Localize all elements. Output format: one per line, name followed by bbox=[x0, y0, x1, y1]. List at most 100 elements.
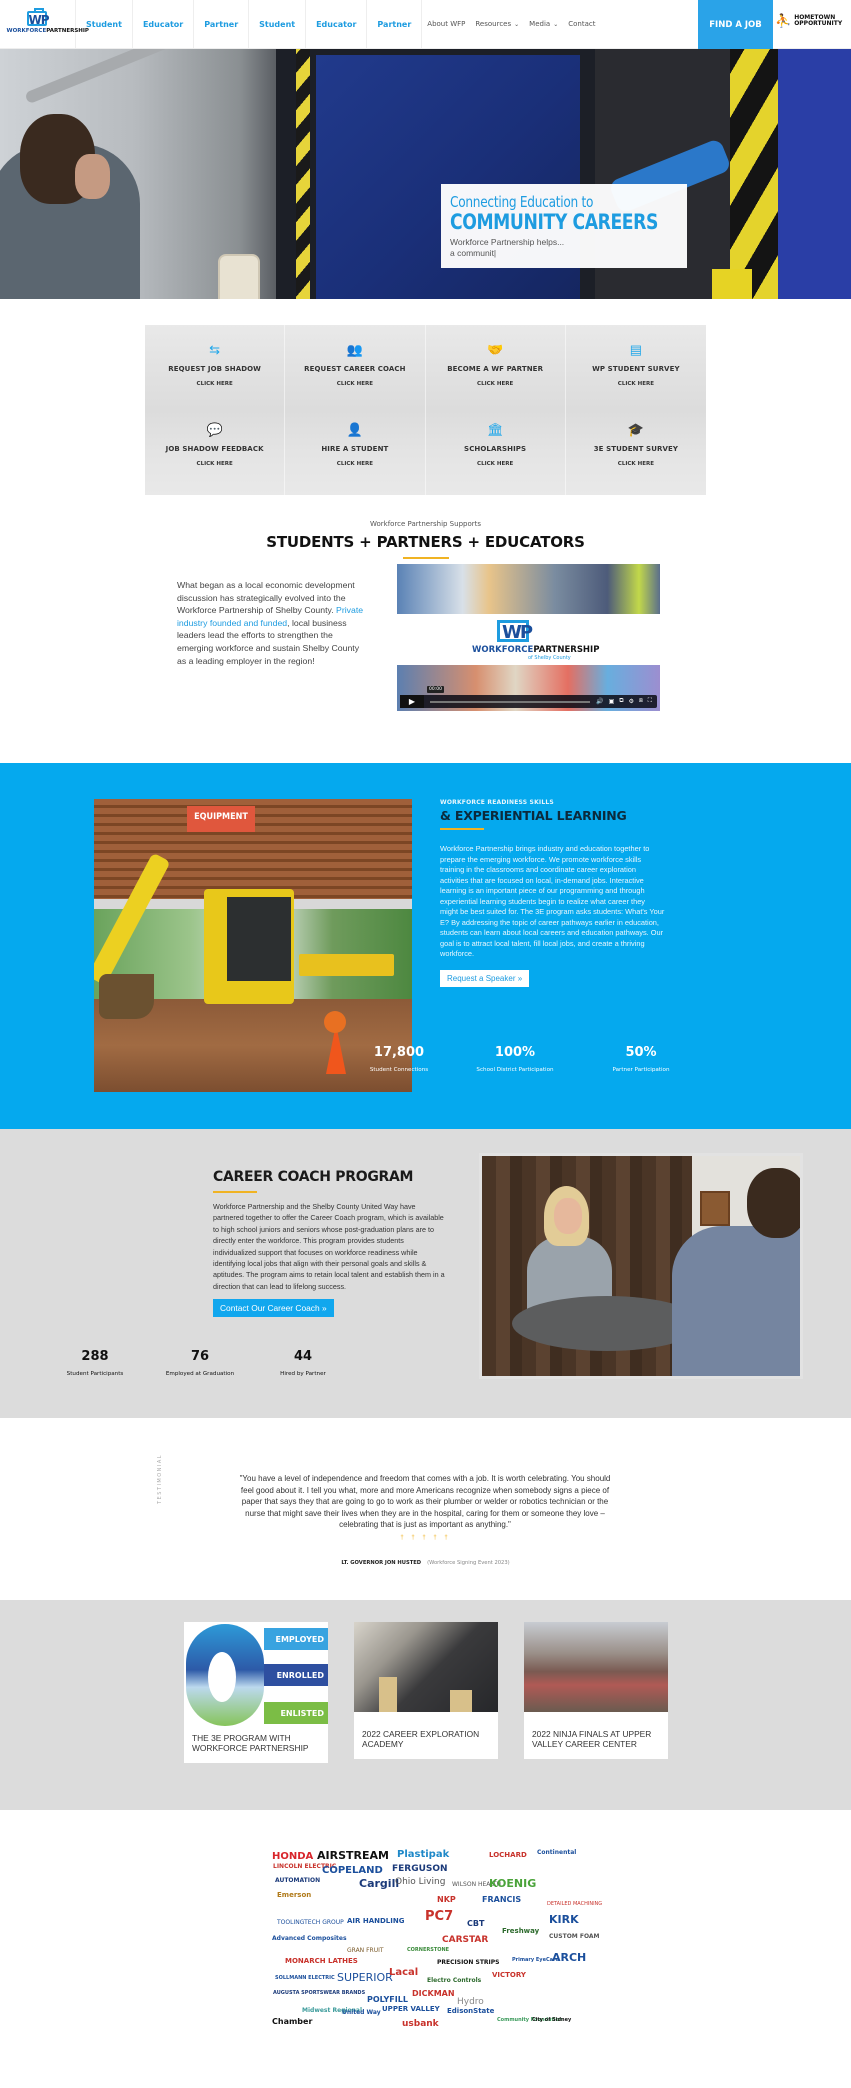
career-coach-section: CAREER COACH PROGRAM Workforce Partnersh… bbox=[0, 1129, 851, 1418]
readiness-kicker: WORKFORCE READINESS SKILLS bbox=[440, 799, 554, 806]
chat-icon: 💬 bbox=[206, 422, 223, 437]
supports-section: Workforce Partnership Supports STUDENTS … bbox=[0, 495, 851, 734]
stat-label: School District Participation bbox=[476, 1067, 554, 1073]
band-employed: EMPLOYED bbox=[264, 1628, 328, 1650]
partner-logo-emerson: Emerson bbox=[277, 1891, 312, 1899]
partner-logo-arch: ARCH bbox=[552, 1951, 587, 1964]
quick-link-request-career-coach[interactable]: 👥 REQUEST CAREER COACH CLICK HERE bbox=[285, 325, 426, 410]
main-nav: Student Educator Partner Student Educato… bbox=[76, 0, 600, 48]
hero-typing-text: Workforce Partnership helps... a communit… bbox=[450, 237, 565, 258]
posts-section: EMPLOYED ENROLLED ENLISTED THE 3E PROGRA… bbox=[0, 1600, 851, 1810]
click-here-link[interactable]: CLICK HERE bbox=[477, 461, 513, 467]
nav-resources-label: Resources bbox=[475, 20, 512, 28]
quick-link-3e-student-survey[interactable]: 🎓 3E STUDENT SURVEY CLICK HERE bbox=[566, 410, 706, 495]
quick-link-wp-student-survey[interactable]: ▤ WP STUDENT SURVEY CLICK HERE bbox=[566, 325, 706, 410]
request-speaker-button[interactable]: Request a Speaker » bbox=[440, 969, 530, 987]
picture-in-picture-icon[interactable]: ⧈ bbox=[639, 698, 643, 705]
click-here-link[interactable]: CLICK HERE bbox=[477, 381, 513, 387]
partner-logo-victory: VICTORY bbox=[492, 1971, 526, 1979]
partner-logo-augusta-sportswear-brands: AUGUSTA SPORTSWEAR BRANDS bbox=[273, 1990, 366, 1996]
transcript-icon[interactable]: ⧉ bbox=[619, 698, 623, 705]
partner-logo-city-of-sidney: City of Sidney bbox=[532, 2017, 572, 2023]
click-here-link[interactable]: CLICK HERE bbox=[197, 381, 233, 387]
quick-link-hire-a-student[interactable]: 👤 HIRE A STUDENT CLICK HERE bbox=[285, 410, 426, 495]
partner-logo-advanced-composites: Advanced Composites bbox=[272, 1935, 347, 1942]
partner-logo-toolingtech-group: TOOLINGTECH GROUP bbox=[277, 1919, 344, 1926]
quick-link-scholarships[interactable]: 🏛 SCHOLARSHIPS CLICK HERE bbox=[426, 410, 566, 495]
band-enrolled: ENROLLED bbox=[264, 1664, 328, 1686]
post-card-career-academy[interactable]: 2022 CAREER EXPLORATION ACADEMY bbox=[354, 1622, 498, 1759]
stat-partner-participation: 50% Partner Participation bbox=[601, 1045, 681, 1073]
hero-tagline-card: Connecting Education to COMMUNITY CAREER… bbox=[441, 184, 687, 268]
quick-link-title: REQUEST CAREER COACH bbox=[304, 365, 406, 373]
click-here-link[interactable]: CLICK HERE bbox=[618, 461, 654, 467]
play-button[interactable]: ▶ bbox=[400, 695, 424, 708]
video-controls: ▶ 🔊 ▣ ⧉ ⚙ ⧈ ⛶ bbox=[400, 695, 657, 708]
quick-links-grid: ⇆ REQUEST JOB SHADOW CLICK HERE 👥 REQUEST CA… bbox=[145, 325, 706, 495]
nav-student-2[interactable]: Student bbox=[249, 0, 307, 48]
post-title: THE 3E PROGRAM WITH WORKFORCE PARTNERSHI… bbox=[192, 1733, 309, 1753]
quick-link-title: WP STUDENT SURVEY bbox=[592, 365, 680, 373]
partner-logo-airstream: AIRSTREAM bbox=[317, 1849, 389, 1862]
partner-logo-ferguson: FERGUSON bbox=[392, 1864, 448, 1874]
nav-about[interactable]: About WFP bbox=[422, 0, 470, 48]
video-player[interactable]: WP WORKFORCEPARTNERSHIP of Shelby County… bbox=[397, 564, 660, 711]
workforce-partnership-logo: WP WORKFORCEPARTNERSHIP bbox=[7, 8, 89, 38]
nav-contact-label: Contact bbox=[568, 20, 596, 28]
click-here-link[interactable]: CLICK HERE bbox=[337, 381, 373, 387]
video-progress-bar[interactable] bbox=[430, 700, 591, 703]
partner-logo-detailed-machining: DETAILED MACHINING bbox=[547, 1901, 603, 1907]
nav-partner-2[interactable]: Partner bbox=[367, 0, 423, 48]
captions-icon[interactable]: ▣ bbox=[609, 698, 615, 705]
partner-logo-automation: AUTOMATION bbox=[275, 1877, 321, 1884]
stat-value: 44 bbox=[293, 1349, 313, 1364]
nav-contact[interactable]: Contact bbox=[563, 0, 600, 48]
readiness-title: & EXPERIENTIAL LEARNING bbox=[440, 808, 627, 823]
job-shadow-icon: ⇆ bbox=[209, 342, 221, 357]
quick-link-become-a-wf-partner[interactable]: 🤝 BECOME A WF PARTNER CLICK HERE bbox=[426, 325, 566, 410]
chevron-down-icon: ⌄ bbox=[514, 20, 520, 28]
click-here-link[interactable]: CLICK HERE bbox=[337, 461, 373, 467]
career-coach-photo bbox=[479, 1153, 803, 1379]
post-card-3e-program[interactable]: EMPLOYED ENROLLED ENLISTED THE 3E PROGRA… bbox=[184, 1622, 328, 1763]
click-here-link[interactable]: CLICK HERE bbox=[618, 381, 654, 387]
contact-career-coach-button[interactable]: Contact Our Career Coach » bbox=[213, 1299, 334, 1318]
coach-title: CAREER COACH PROGRAM bbox=[213, 1169, 414, 1185]
partner-logo-cornerstone: CORNERSTONE bbox=[407, 1947, 450, 1953]
site-logo[interactable]: WP WORKFORCEPARTNERSHIP bbox=[0, 0, 89, 48]
chevron-down-icon: ⌄ bbox=[553, 20, 559, 28]
nav-educator-2[interactable]: Educator bbox=[306, 0, 368, 48]
hometown-opportunity-logo[interactable]: ⛹ HOMETOWN OPPORTUNITY bbox=[775, 14, 842, 27]
post-card-ninja-finals[interactable]: 2022 NINJA FINALS AT UPPER VALLEY CAREER… bbox=[524, 1622, 668, 1759]
title-underline bbox=[440, 828, 484, 830]
testimonial-source: (Workforce Signing Event 2023) bbox=[427, 1560, 510, 1566]
fullscreen-icon[interactable]: ⛶ bbox=[648, 698, 652, 705]
settings-gear-icon[interactable]: ⚙ bbox=[629, 698, 634, 705]
hometown-wordmark: HOMETOWN OPPORTUNITY bbox=[794, 13, 843, 27]
nav-resources[interactable]: Resources ⌄ bbox=[470, 0, 524, 48]
nav-about-label: About WFP bbox=[427, 20, 466, 28]
partner-logo-copeland: COPELAND bbox=[322, 1865, 383, 1876]
find-a-job-button[interactable]: FIND A JOB bbox=[698, 0, 773, 49]
partner-logo-cbt: CBT bbox=[467, 1919, 485, 1928]
nav-student[interactable]: Student bbox=[76, 0, 133, 48]
nav-media[interactable]: Media ⌄ bbox=[524, 0, 563, 48]
quick-link-title: HIRE A STUDENT bbox=[321, 445, 389, 453]
nav-partner[interactable]: Partner bbox=[194, 0, 250, 48]
partner-logo-continental: Continental bbox=[537, 1849, 577, 1856]
stat-value: 76 bbox=[190, 1349, 210, 1364]
click-here-link[interactable]: CLICK HERE bbox=[197, 461, 233, 467]
partner-logo-dickman: DICKMAN bbox=[412, 1989, 455, 1998]
quick-link-title: 3E STUDENT SURVEY bbox=[593, 445, 679, 453]
quick-link-request-job-shadow[interactable]: ⇆ REQUEST JOB SHADOW CLICK HERE bbox=[145, 325, 286, 410]
partners-section: HONDA AIRSTREAM Plastipak LOCHARD Continenta… bbox=[0, 1810, 851, 2052]
stat-label: Student Participants bbox=[66, 1371, 124, 1377]
partner-logo-superior: SUPERIOR bbox=[337, 1971, 393, 1984]
quick-link-job-shadow-feedback[interactable]: 💬 JOB SHADOW FEEDBACK CLICK HERE bbox=[145, 410, 286, 495]
partner-logo-koenig: KOENIG bbox=[489, 1877, 537, 1890]
partner-logo-edisonstate: EdisonState bbox=[447, 2007, 495, 2015]
stat-label: Student Connections bbox=[369, 1067, 429, 1073]
nav-educator[interactable]: Educator bbox=[133, 0, 195, 48]
stat-school-district: 100% School District Participation bbox=[475, 1045, 555, 1073]
volume-icon[interactable]: 🔊 bbox=[596, 698, 603, 705]
